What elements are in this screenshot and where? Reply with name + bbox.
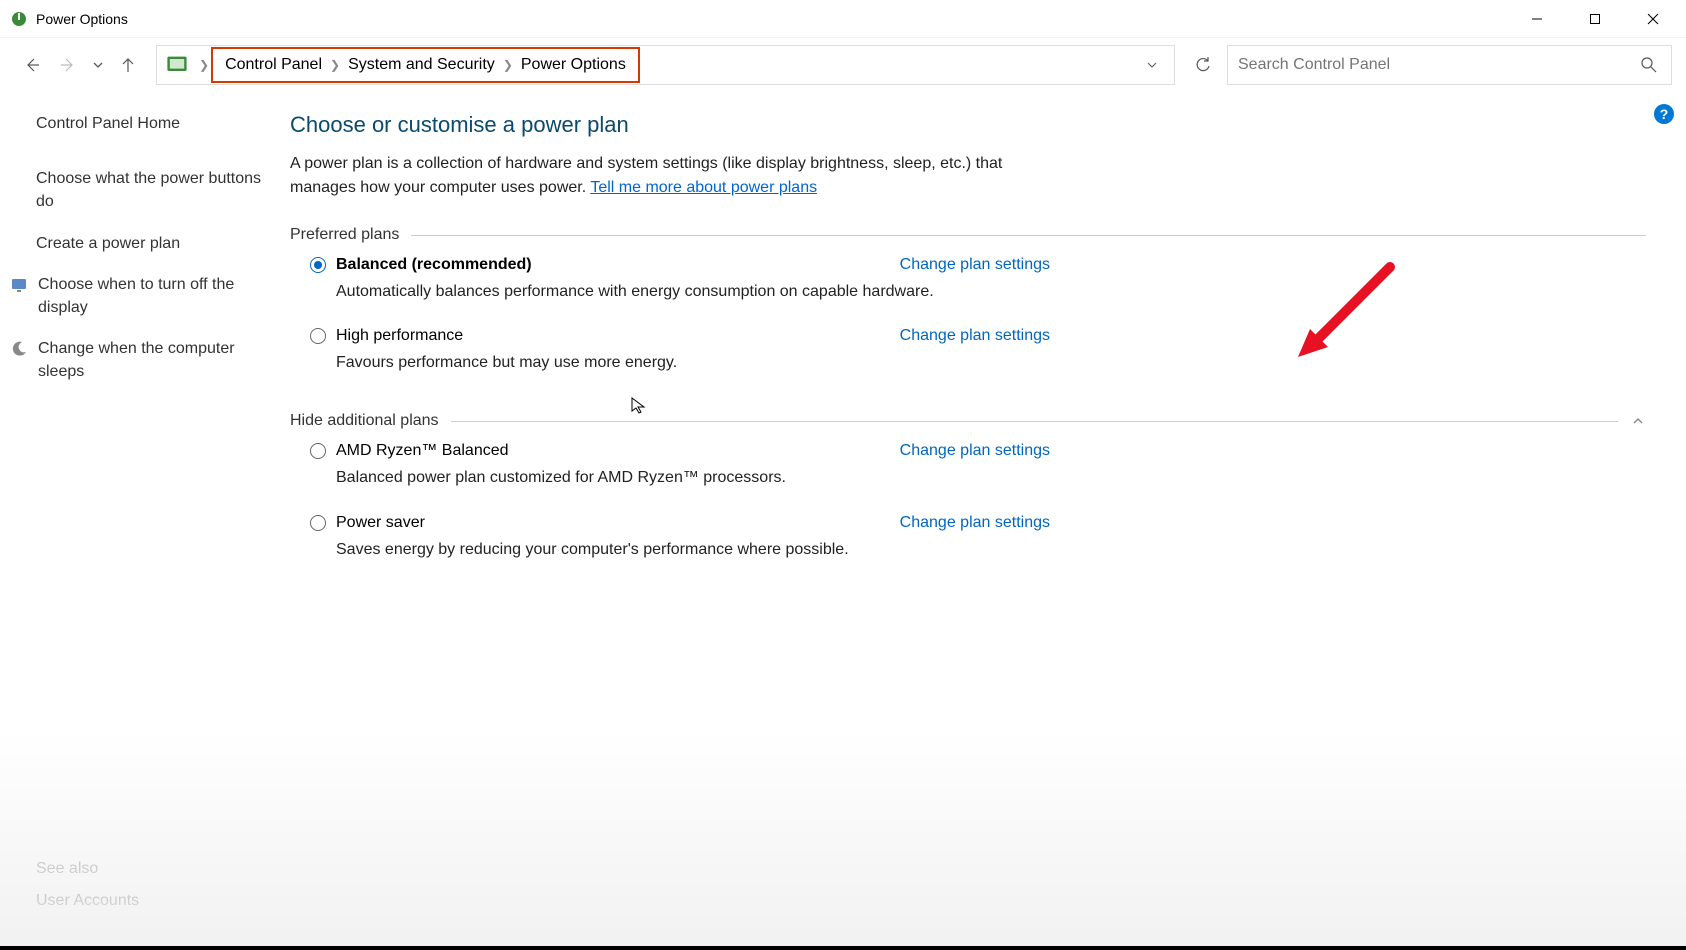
change-plan-settings-link[interactable]: Change plan settings (900, 327, 1050, 345)
preferred-plans-label: Preferred plans (290, 226, 1646, 244)
intro-learn-more-link[interactable]: Tell me more about power plans (590, 179, 817, 196)
control-panel-icon (165, 53, 189, 77)
close-button[interactable] (1624, 0, 1682, 38)
address-dropdown-button[interactable] (1134, 59, 1170, 71)
page-heading: Choose or customise a power plan (290, 112, 1646, 138)
plan-name[interactable]: High performance (336, 327, 463, 345)
minimize-button[interactable] (1508, 0, 1566, 38)
plan-name[interactable]: AMD Ryzen™ Balanced (336, 442, 509, 460)
sidebar-item-label: Choose when to turn off the display (38, 273, 262, 319)
display-icon (10, 276, 28, 294)
moon-icon (10, 340, 28, 358)
refresh-button[interactable] (1185, 47, 1221, 83)
titlebar: Power Options (0, 0, 1686, 38)
search-icon[interactable] (1637, 53, 1661, 77)
radio-amd-ryzen[interactable] (310, 443, 326, 459)
chevron-up-icon (1630, 413, 1646, 429)
change-plan-settings-link[interactable]: Change plan settings (900, 256, 1050, 274)
radio-high-performance[interactable] (310, 328, 326, 344)
breadcrumb-highlight: Control Panel ❯ System and Security ❯ Po… (211, 47, 640, 83)
plan-description: Balanced power plan customized for AMD R… (336, 466, 1050, 489)
bottom-border (0, 946, 1686, 950)
sidebar-control-panel-home[interactable]: Control Panel Home (36, 112, 262, 135)
section-title: Hide additional plans (290, 412, 439, 430)
see-also-section: See also User Accounts (36, 860, 139, 910)
section-title: Preferred plans (290, 226, 399, 244)
chevron-right-icon: ❯ (503, 58, 513, 72)
change-plan-settings-link[interactable]: Change plan settings (900, 514, 1050, 532)
chevron-right-icon: ❯ (330, 58, 340, 72)
plan-description: Favours performance but may use more ene… (336, 351, 1050, 374)
maximize-button[interactable] (1566, 0, 1624, 38)
plan-high-performance: High performance Change plan settings Fa… (310, 327, 1050, 374)
see-also-user-accounts[interactable]: User Accounts (36, 892, 139, 910)
annotation-arrow-icon (1290, 257, 1400, 367)
sidebar: Control Panel Home Choose what the power… (0, 92, 280, 950)
search-input[interactable] (1238, 56, 1637, 74)
chevron-right-icon: ❯ (199, 58, 209, 72)
plan-description: Saves energy by reducing your computer's… (336, 538, 1050, 561)
sidebar-link-power-buttons[interactable]: Choose what the power buttons do (36, 167, 262, 213)
address-bar[interactable]: ❯ Control Panel ❯ System and Security ❯ … (156, 45, 1175, 85)
radio-power-saver[interactable] (310, 515, 326, 531)
window-title: Power Options (36, 11, 128, 27)
hide-additional-plans-toggle[interactable]: Hide additional plans (290, 412, 1646, 430)
sidebar-item-label: Change when the computer sleeps (38, 337, 262, 383)
intro-text: A power plan is a collection of hardware… (290, 152, 1010, 200)
body-area: Control Panel Home Choose what the power… (0, 92, 1686, 950)
breadcrumb-power-options[interactable]: Power Options (517, 54, 630, 76)
back-button[interactable] (14, 47, 50, 83)
radio-balanced[interactable] (310, 257, 326, 273)
main-content: Choose or customise a power plan A power… (280, 92, 1686, 950)
plan-description: Automatically balances performance with … (336, 280, 1050, 303)
plan-power-saver: Power saver Change plan settings Saves e… (310, 514, 1050, 561)
search-box[interactable] (1227, 45, 1672, 85)
sidebar-link-create-plan[interactable]: Create a power plan (36, 232, 262, 255)
navbar: ❯ Control Panel ❯ System and Security ❯ … (0, 38, 1686, 92)
sidebar-link-computer-sleeps[interactable]: Change when the computer sleeps (10, 337, 262, 383)
plan-balanced: Balanced (recommended) Change plan setti… (310, 256, 1050, 303)
sidebar-link-turn-off-display[interactable]: Choose when to turn off the display (10, 273, 262, 319)
plan-amd-ryzen: AMD Ryzen™ Balanced Change plan settings… (310, 442, 1050, 489)
up-button[interactable] (110, 47, 146, 83)
see-also-label: See also (36, 860, 139, 878)
recent-locations-button[interactable] (86, 47, 110, 83)
plan-name[interactable]: Power saver (336, 514, 425, 532)
plan-name[interactable]: Balanced (recommended) (336, 256, 532, 274)
forward-button[interactable] (50, 47, 86, 83)
power-options-icon (10, 10, 28, 28)
breadcrumb-control-panel[interactable]: Control Panel (221, 54, 326, 76)
breadcrumb-system-security[interactable]: System and Security (344, 54, 499, 76)
change-plan-settings-link[interactable]: Change plan settings (900, 442, 1050, 460)
